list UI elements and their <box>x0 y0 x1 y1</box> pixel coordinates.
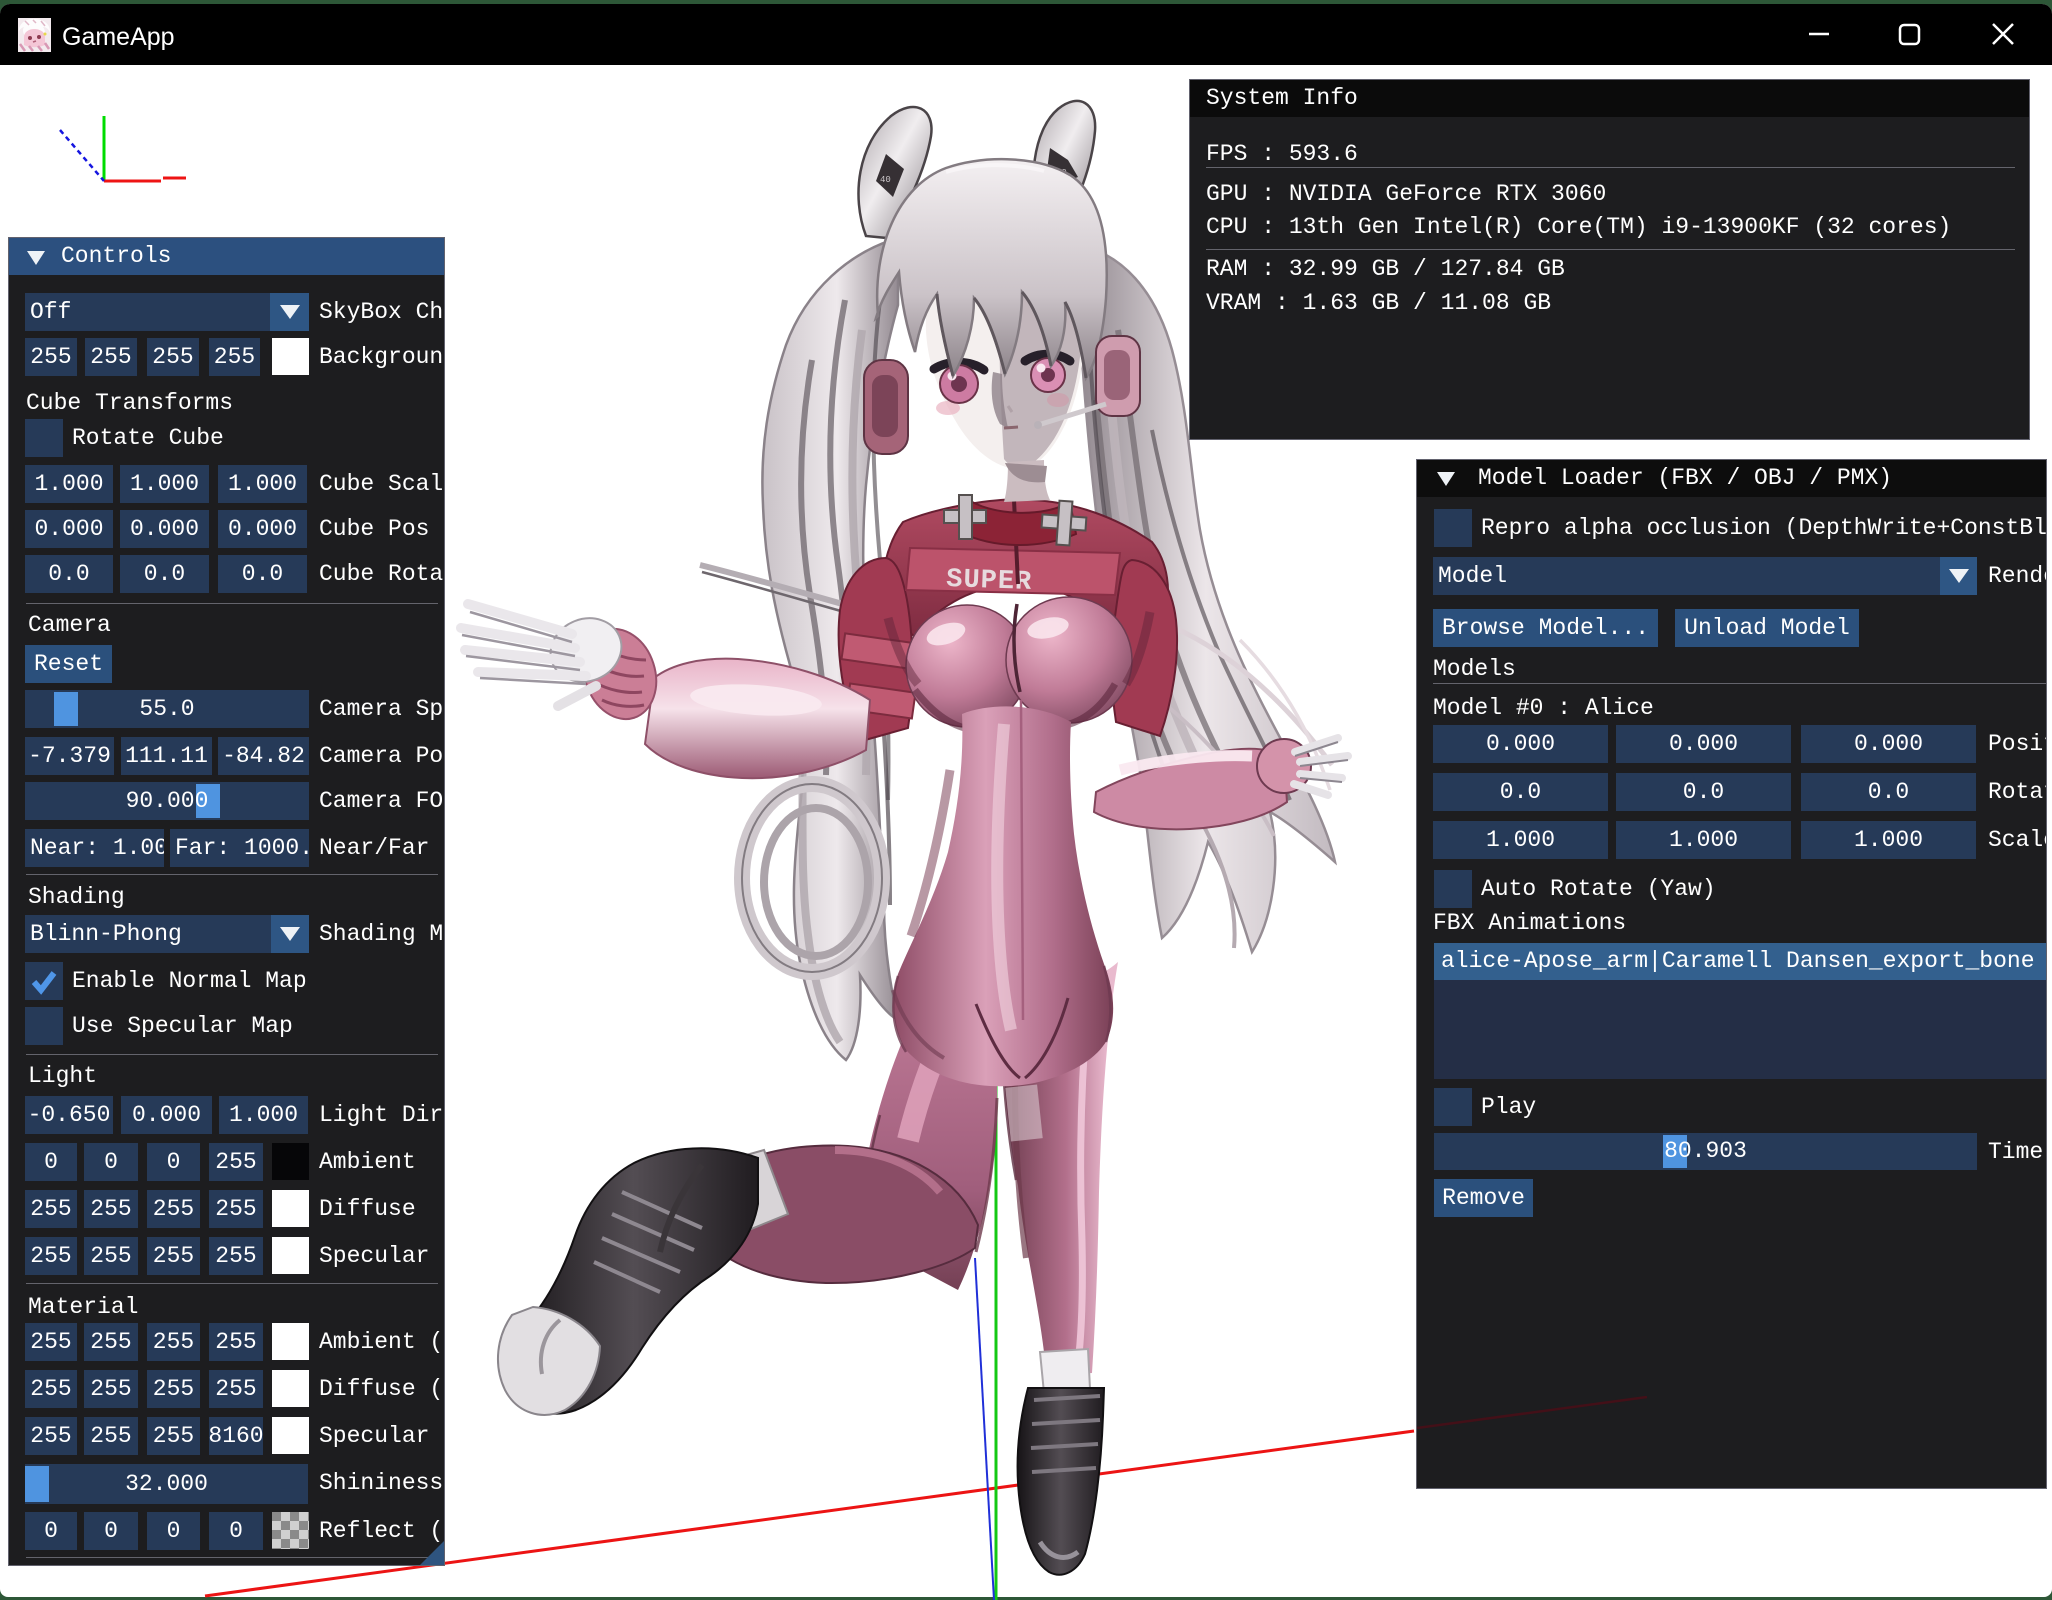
svg-text:40: 40 <box>880 175 891 185</box>
